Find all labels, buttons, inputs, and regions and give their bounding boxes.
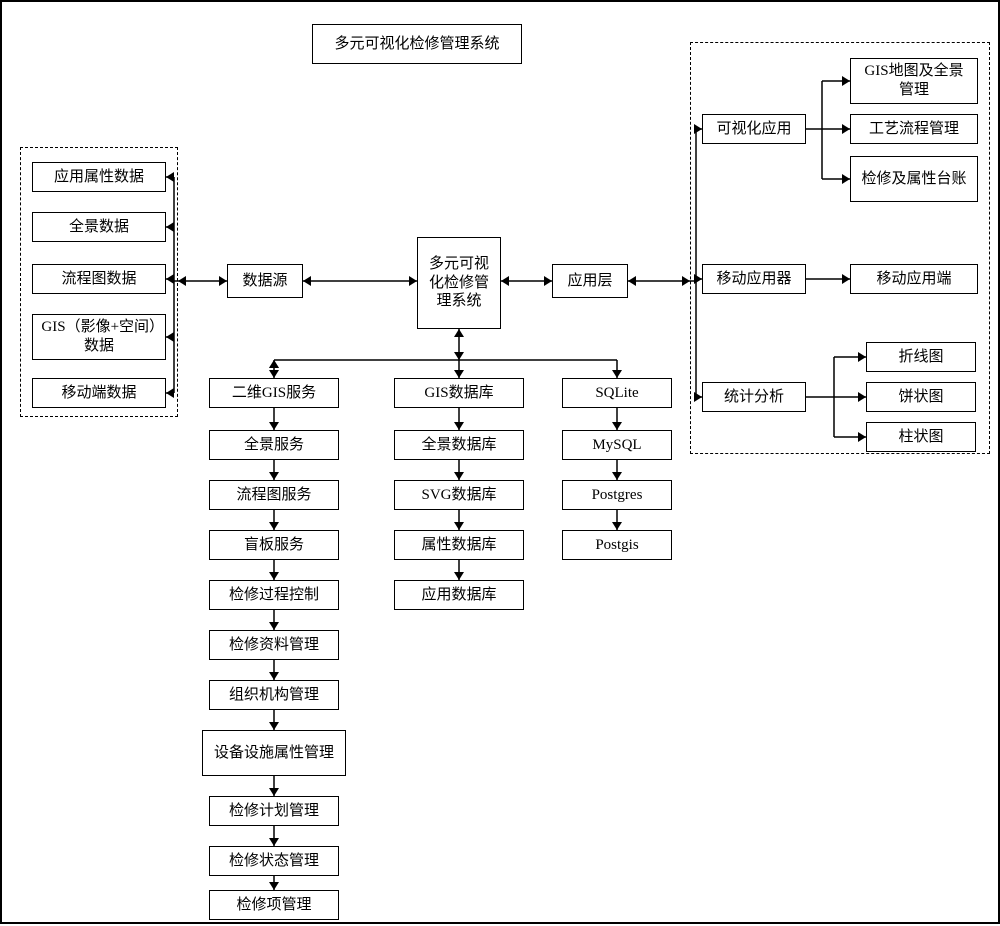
stats-item-0: 折线图 — [866, 342, 976, 372]
diagram-canvas: 多元可视化检修管理系统 多元可视化检修管理系统 数据源 应用层 应用属性数据 全… — [0, 0, 1000, 924]
app-layer-label: 应用层 — [567, 272, 612, 291]
col1-0: 全景服务 — [209, 430, 339, 460]
visual-item-2: 检修及属性台账 — [850, 156, 978, 202]
core-box: 多元可视化检修管理系统 — [417, 237, 501, 329]
app-layer-node: 应用层 — [552, 264, 628, 298]
col3-head: SQLite — [562, 378, 672, 408]
mobile-app-child: 移动应用端 — [850, 264, 978, 294]
col1-1: 流程图服务 — [209, 480, 339, 510]
col3-0: MySQL — [562, 430, 672, 460]
col1-4: 检修资料管理 — [209, 630, 339, 660]
visual-app-node: 可视化应用 — [702, 114, 806, 144]
core-text: 多元可视化检修管理系统 — [424, 255, 494, 311]
data-source-node: 数据源 — [227, 264, 303, 298]
ds-item-1: 全景数据 — [32, 212, 166, 242]
visual-item-0: GIS地图及全景管理 — [850, 58, 978, 104]
ds-item-2: 流程图数据 — [32, 264, 166, 294]
ds-item-0: 应用属性数据 — [32, 162, 166, 192]
col1-5: 组织机构管理 — [209, 680, 339, 710]
ds-item-3: GIS（影像+空间）数据 — [32, 314, 166, 360]
col1-9: 检修项管理 — [209, 890, 339, 920]
col2-1: SVG数据库 — [394, 480, 524, 510]
title-text: 多元可视化检修管理系统 — [334, 35, 499, 54]
col2-2: 属性数据库 — [394, 530, 524, 560]
col3-2: Postgis — [562, 530, 672, 560]
col1-6: 设备设施属性管理 — [202, 730, 346, 776]
col1-3: 检修过程控制 — [209, 580, 339, 610]
col2-0: 全景数据库 — [394, 430, 524, 460]
stats-item-2: 柱状图 — [866, 422, 976, 452]
visual-item-1: 工艺流程管理 — [850, 114, 978, 144]
title-box: 多元可视化检修管理系统 — [312, 24, 522, 64]
data-source-label: 数据源 — [242, 272, 287, 291]
col2-3: 应用数据库 — [394, 580, 524, 610]
stats-node: 统计分析 — [702, 382, 806, 412]
mobile-app-node: 移动应用器 — [702, 264, 806, 294]
col1-8: 检修状态管理 — [209, 846, 339, 876]
col2-head: GIS数据库 — [394, 378, 524, 408]
stats-item-1: 饼状图 — [866, 382, 976, 412]
col1-7: 检修计划管理 — [209, 796, 339, 826]
col1-head: 二维GIS服务 — [209, 378, 339, 408]
col3-1: Postgres — [562, 480, 672, 510]
col1-2: 盲板服务 — [209, 530, 339, 560]
ds-item-4: 移动端数据 — [32, 378, 166, 408]
